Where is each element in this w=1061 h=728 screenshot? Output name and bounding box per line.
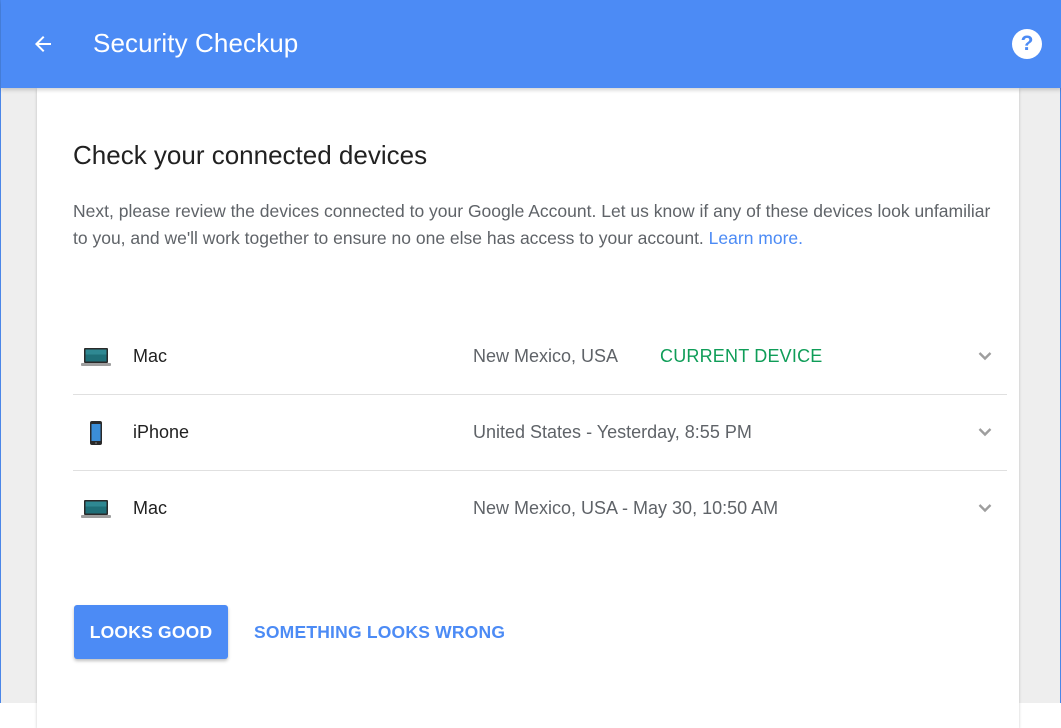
help-icon: ? — [1020, 32, 1034, 55]
section-heading: Check your connected devices — [73, 140, 428, 170]
page-title: Security Checkup — [93, 28, 299, 58]
device-row[interactable]: Mac New Mexico, USA CURRENT DEVICE — [73, 319, 1007, 395]
window-frame: Security Checkup ? Check your connected … — [0, 0, 1061, 728]
device-name: iPhone — [133, 422, 190, 442]
description-text: Next, please review the devices connecte… — [73, 201, 991, 248]
app-bar: Security Checkup ? — [1, 0, 1061, 88]
looks-good-button[interactable]: LOOKS GOOD — [74, 605, 228, 659]
chevron-down-icon[interactable] — [977, 425, 993, 439]
current-device-badge: CURRENT DEVICE — [660, 346, 823, 366]
content-card: Check your connected devices Next, pleas… — [37, 88, 1019, 728]
help-button[interactable]: ? — [1012, 29, 1042, 59]
arrow-back-icon — [35, 36, 51, 52]
chevron-down-icon[interactable] — [977, 349, 993, 363]
phone-icon — [81, 421, 111, 445]
section-description: Next, please review the devices connecte… — [73, 198, 993, 252]
something-looks-wrong-button[interactable]: SOMETHING LOOKS WRONG — [254, 605, 505, 659]
device-list: Mac New Mexico, USA CURRENT DEVICE iPhon… — [73, 319, 1007, 547]
device-last-activity: United States - Yesterday, 8:55 PM — [473, 422, 752, 442]
learn-more-link[interactable]: Learn more. — [709, 228, 803, 248]
device-row[interactable]: Mac New Mexico, USA - May 30, 10:50 AM — [73, 471, 1007, 547]
device-last-activity: New Mexico, USA - May 30, 10:50 AM — [473, 498, 779, 518]
device-name: Mac — [133, 346, 168, 366]
back-button[interactable] — [25, 26, 61, 62]
device-row[interactable]: iPhone United States - Yesterday, 8:55 P… — [73, 395, 1007, 471]
device-location: New Mexico, USA — [473, 346, 619, 366]
chevron-down-icon[interactable] — [977, 501, 993, 515]
device-name: Mac — [133, 498, 168, 518]
laptop-icon — [81, 499, 111, 519]
laptop-icon — [81, 347, 111, 367]
